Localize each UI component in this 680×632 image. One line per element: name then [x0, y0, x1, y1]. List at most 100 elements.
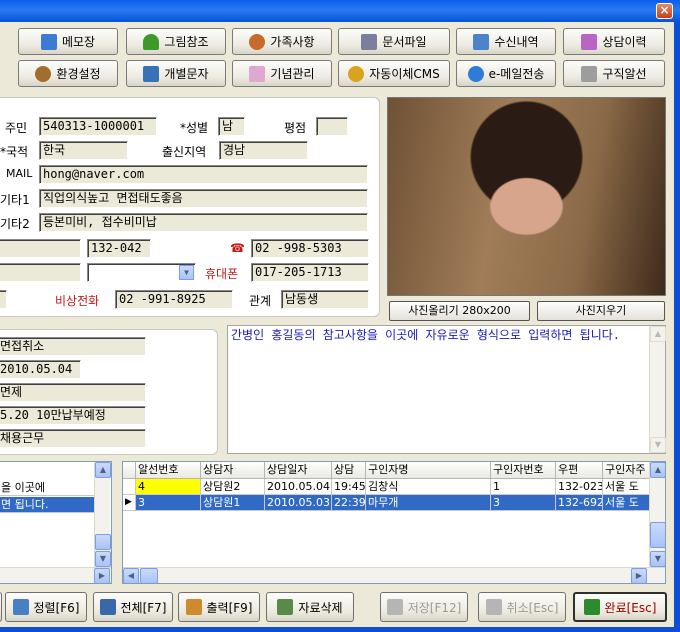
address-field[interactable]	[0, 239, 81, 258]
grid-cell[interactable]: 마무개	[366, 495, 491, 511]
delete-data-icon	[277, 599, 294, 615]
etc1-field[interactable]: 직업의식높고 면접태도좋음	[39, 189, 368, 208]
grid-vscroll[interactable]: ▲ ▼	[649, 462, 665, 567]
document-file-button[interactable]: 문서파일	[338, 28, 450, 55]
grid-cell[interactable]: 상담원2	[201, 479, 265, 495]
save-button[interactable]: 저장[F12]	[380, 592, 468, 622]
left-list-scroll-up-button[interactable]: ▲	[95, 462, 111, 478]
gender-field[interactable]: 남	[218, 117, 245, 136]
grid-cell[interactable]: 서울 도	[603, 479, 651, 495]
misc-field[interactable]	[0, 290, 7, 309]
memo-scroll-up-button[interactable]: ▲	[650, 326, 666, 342]
grid-cell[interactable]: 상담원1	[201, 495, 265, 511]
profile-photo	[387, 97, 666, 296]
grid-cell[interactable]: 132-692	[556, 495, 603, 511]
left-list-scroll-down-button[interactable]: ▼	[95, 551, 111, 567]
grid-cell[interactable]: 4	[136, 479, 201, 495]
job-placement-button[interactable]: 구직알선	[563, 60, 665, 87]
address-detail-field[interactable]	[0, 263, 81, 282]
left-list[interactable]: 을 이곳에 면 됩니다. ▲ ▼ ▶	[0, 461, 112, 584]
photo-upload-button[interactable]: 사진올리기 280x200	[389, 301, 530, 321]
grid-scroll-thumb[interactable]	[650, 522, 665, 548]
grid-header-employer-address[interactable]: 구인자주	[603, 462, 651, 479]
consult-history-button[interactable]: 상담이력	[563, 28, 665, 55]
emergency-label: 비상전화	[55, 294, 100, 308]
tree-icon	[143, 33, 160, 50]
email-field[interactable]: hong@naver.com	[39, 165, 368, 184]
auto-transfer-cms-button[interactable]: 자동이체CMS	[338, 60, 450, 87]
zip-field[interactable]: 132-042	[87, 239, 151, 258]
nationality-field[interactable]: 한국	[39, 141, 128, 160]
partial-button[interactable]	[0, 592, 2, 622]
consult-grid[interactable]: 알선번호 상담자 상담일자 상담 구인자명 구인자번호 우편 구인자주 4 상담…	[122, 461, 666, 584]
grid-header-date[interactable]: 상담일자	[265, 462, 332, 479]
grid-cell[interactable]: 3	[136, 495, 201, 511]
chevron-down-icon[interactable]: ▼	[179, 265, 194, 280]
grid-header-referral-no[interactable]: 알선번호	[136, 462, 201, 479]
photo-delete-button[interactable]: 사진지우기	[537, 301, 665, 321]
anniversary-button[interactable]: 기념관리	[232, 60, 332, 87]
grid-cell[interactable]: 22:39	[332, 495, 366, 511]
list-item[interactable]: 을 이곳에	[0, 480, 94, 496]
grid-scroll-down-button[interactable]: ▼	[650, 551, 665, 567]
left-list-vscroll[interactable]: ▲ ▼	[94, 462, 111, 567]
received-history-button[interactable]: 수신내역	[456, 28, 556, 55]
list-item-selected[interactable]: 면 됩니다.	[0, 497, 94, 513]
grid-header-zip[interactable]: 우편	[556, 462, 603, 479]
status-field-4[interactable]: 5.20 10만납부예정	[0, 406, 146, 425]
grid-cell[interactable]: 3	[491, 495, 556, 511]
etc2-label: 기타2	[0, 217, 30, 231]
all-button[interactable]: 전체[F7]	[93, 592, 173, 622]
sort-button[interactable]: 정렬[F6]	[5, 592, 87, 622]
grid-cell[interactable]: 2010.05.03	[265, 495, 332, 511]
grid-hscroll[interactable]: ◀ ▶	[123, 567, 665, 583]
grid-header-time[interactable]: 상담	[332, 462, 366, 479]
notepad-button[interactable]: 메모장	[18, 28, 118, 55]
status-field-1[interactable]: 면접취소	[0, 337, 146, 356]
resident-number-field[interactable]: 540313-1000001	[39, 117, 157, 136]
grid-cell[interactable]: 2010.05.04	[265, 479, 332, 495]
mobile-field[interactable]: 017-205-1713	[251, 263, 369, 282]
left-list-scroll-thumb[interactable]	[95, 534, 111, 550]
family-button[interactable]: 가족사항	[232, 28, 332, 55]
grid-scroll-left-button[interactable]: ◀	[123, 568, 139, 583]
individual-sms-button[interactable]: 개별문자	[126, 60, 226, 87]
grid-header-employer-no[interactable]: 구인자번호	[491, 462, 556, 479]
emergency-field[interactable]: 02 -991-8925	[115, 290, 233, 309]
grid-header-counselor[interactable]: 상담자	[201, 462, 265, 479]
picture-ref-button[interactable]: 그림참조	[126, 28, 226, 55]
etc2-field[interactable]: 등본미비, 접수비미납	[39, 213, 368, 232]
phone-field[interactable]: 02 -998-5303	[251, 239, 369, 258]
email-send-button[interactable]: e-메일전송	[456, 60, 556, 87]
print-button[interactable]: 출력[F9]	[178, 592, 260, 622]
left-list-hscroll[interactable]: ▶	[0, 567, 111, 583]
relation-field[interactable]: 남동생	[281, 290, 369, 309]
origin-field[interactable]: 경남	[219, 141, 308, 160]
left-list-scroll-right-button[interactable]: ▶	[94, 568, 110, 583]
grid-cell[interactable]: 132-023	[556, 479, 603, 495]
rating-field[interactable]	[316, 117, 348, 136]
grid-scroll-up-button[interactable]: ▲	[650, 462, 665, 478]
family-icon	[249, 33, 266, 50]
grid-cell[interactable]: 1	[491, 479, 556, 495]
status-date-field[interactable]: 2010.05.04	[0, 360, 81, 379]
title-bar	[0, 0, 680, 22]
grid-cell[interactable]: 서울 도	[603, 495, 651, 511]
grid-header-employer-name[interactable]: 구인자명	[366, 462, 491, 479]
memo-textarea[interactable]: 간병인 홍길동의 참고사항을 이곳에 자유로운 형식으로 입력하면 됩니다. ▲…	[227, 325, 666, 454]
close-button[interactable]: ×	[656, 3, 673, 19]
gender-label: *성별	[180, 121, 209, 135]
status-field-3[interactable]: 면제	[0, 383, 146, 402]
done-button[interactable]: 완료[Esc]	[573, 592, 667, 622]
delete-data-button[interactable]: 자료삭제	[266, 592, 354, 622]
memo-scrollbar[interactable]: ▲ ▼	[649, 326, 666, 453]
settings-button[interactable]: 환경설정	[18, 60, 118, 87]
grid-cell[interactable]: 김창식	[366, 479, 491, 495]
category-select[interactable]: ▼	[87, 263, 196, 282]
grid-scroll-right-button[interactable]: ▶	[631, 568, 647, 583]
cancel-button[interactable]: 취소[Esc]	[478, 592, 566, 622]
status-field-5[interactable]: 채용근무	[0, 429, 146, 448]
grid-cell[interactable]: 19:45	[332, 479, 366, 495]
memo-scroll-down-button[interactable]: ▼	[650, 437, 666, 453]
grid-hscroll-thumb[interactable]	[140, 568, 158, 583]
